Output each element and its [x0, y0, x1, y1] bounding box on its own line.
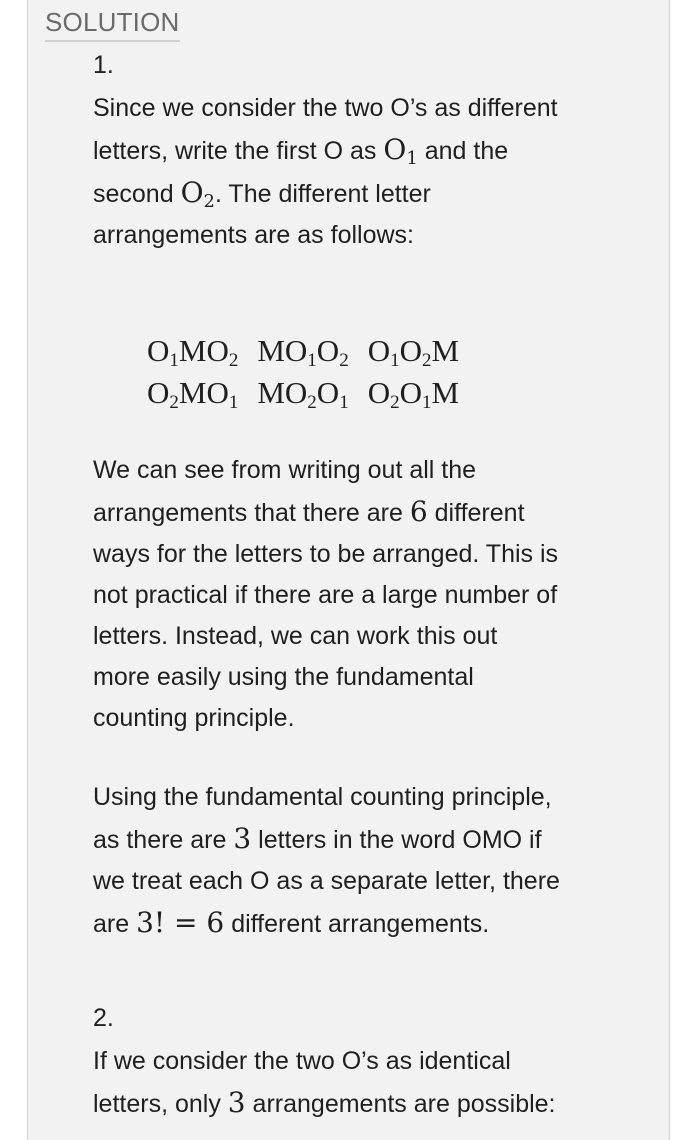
intro-line-2-end: and the: [417, 137, 509, 165]
intro-line-1: Since we consider the two O’s as differe…: [93, 94, 558, 122]
intro-line-2-start: letters, write the first O as: [93, 137, 384, 165]
arrangements-row: O1MO2 MO1O2 O1O2M: [147, 330, 478, 372]
para3-line-3: we treat each O as a separate letter, th…: [93, 867, 560, 895]
part2-line-2-end: arrangements are possible:: [245, 1090, 556, 1118]
para2-line-3: ways for the letters to be arranged. Thi…: [93, 540, 559, 568]
intro-line-4: arrangements are as follows:: [93, 221, 414, 249]
arrangement-cell: O2MO1: [147, 375, 239, 413]
arrangement-cell: O1O2M: [367, 333, 460, 371]
part2-line-2-start: letters, only: [93, 1090, 228, 1118]
part-2-number: 2.: [93, 1004, 114, 1032]
intro-line-3-start: second: [93, 180, 181, 208]
arrangement-cell: MO2O1: [257, 375, 349, 413]
letter-count: 3: [233, 822, 252, 855]
o2-symbol: O2: [180, 176, 215, 212]
para3-line-2-start: as there are: [93, 826, 234, 854]
para2-line-4: not practical if there are a large numbe…: [93, 581, 558, 609]
para2-line-1: We can see from writing out all the: [93, 456, 477, 484]
solution-content: 1. Since we consider the two O’s as diff…: [93, 48, 633, 1125]
arrangement-cell: MO1O2: [257, 333, 349, 371]
para2-line-7: counting principle.: [93, 704, 295, 732]
arrangements-row: O2MO1 MO2O1 O2O1M: [147, 372, 478, 414]
intro-line-3-end: . The different letter: [214, 180, 431, 208]
part-1-paragraph-3: Using the fundamental counting principle…: [93, 777, 633, 945]
para3-line-2-end: letters in the word OMO if: [251, 826, 542, 854]
part-1-paragraph-2: We can see from writing out all the arra…: [93, 450, 633, 739]
o1-symbol: O1: [383, 133, 418, 169]
para3-line-1: Using the fundamental counting principle…: [93, 783, 552, 811]
para2-line-2-start: arrangements that there are: [93, 499, 410, 527]
para2-line-6: more easily using the fundamental: [93, 663, 474, 691]
arrangement-cell: O1MO2: [147, 333, 239, 371]
part-1-intro: Since we consider the two O’s as differe…: [93, 88, 633, 256]
factorial-expression: 3! = 6: [136, 906, 225, 939]
part2-line-1: If we consider the two O’s as identical: [93, 1047, 511, 1075]
arrangements-table: O1MO2 MO1O2 O1O2M O2MO1 MO2O1 O2O1M: [147, 330, 478, 414]
identical-arrangement-count: 3: [227, 1086, 246, 1119]
arrangement-count: 6: [409, 495, 428, 528]
para2-line-5: letters. Instead, we can work this out: [93, 622, 498, 650]
para3-line-4-start: are: [93, 910, 137, 938]
part-2-intro: If we consider the two O’s as identical …: [93, 1041, 633, 1125]
para2-line-2-end: different: [427, 499, 525, 527]
arrangement-cell: O2O1M: [367, 375, 460, 413]
para3-line-4-end: different arrangements.: [224, 910, 490, 938]
solution-heading: SOLUTION: [45, 8, 180, 42]
part-1-number: 1.: [93, 51, 114, 79]
